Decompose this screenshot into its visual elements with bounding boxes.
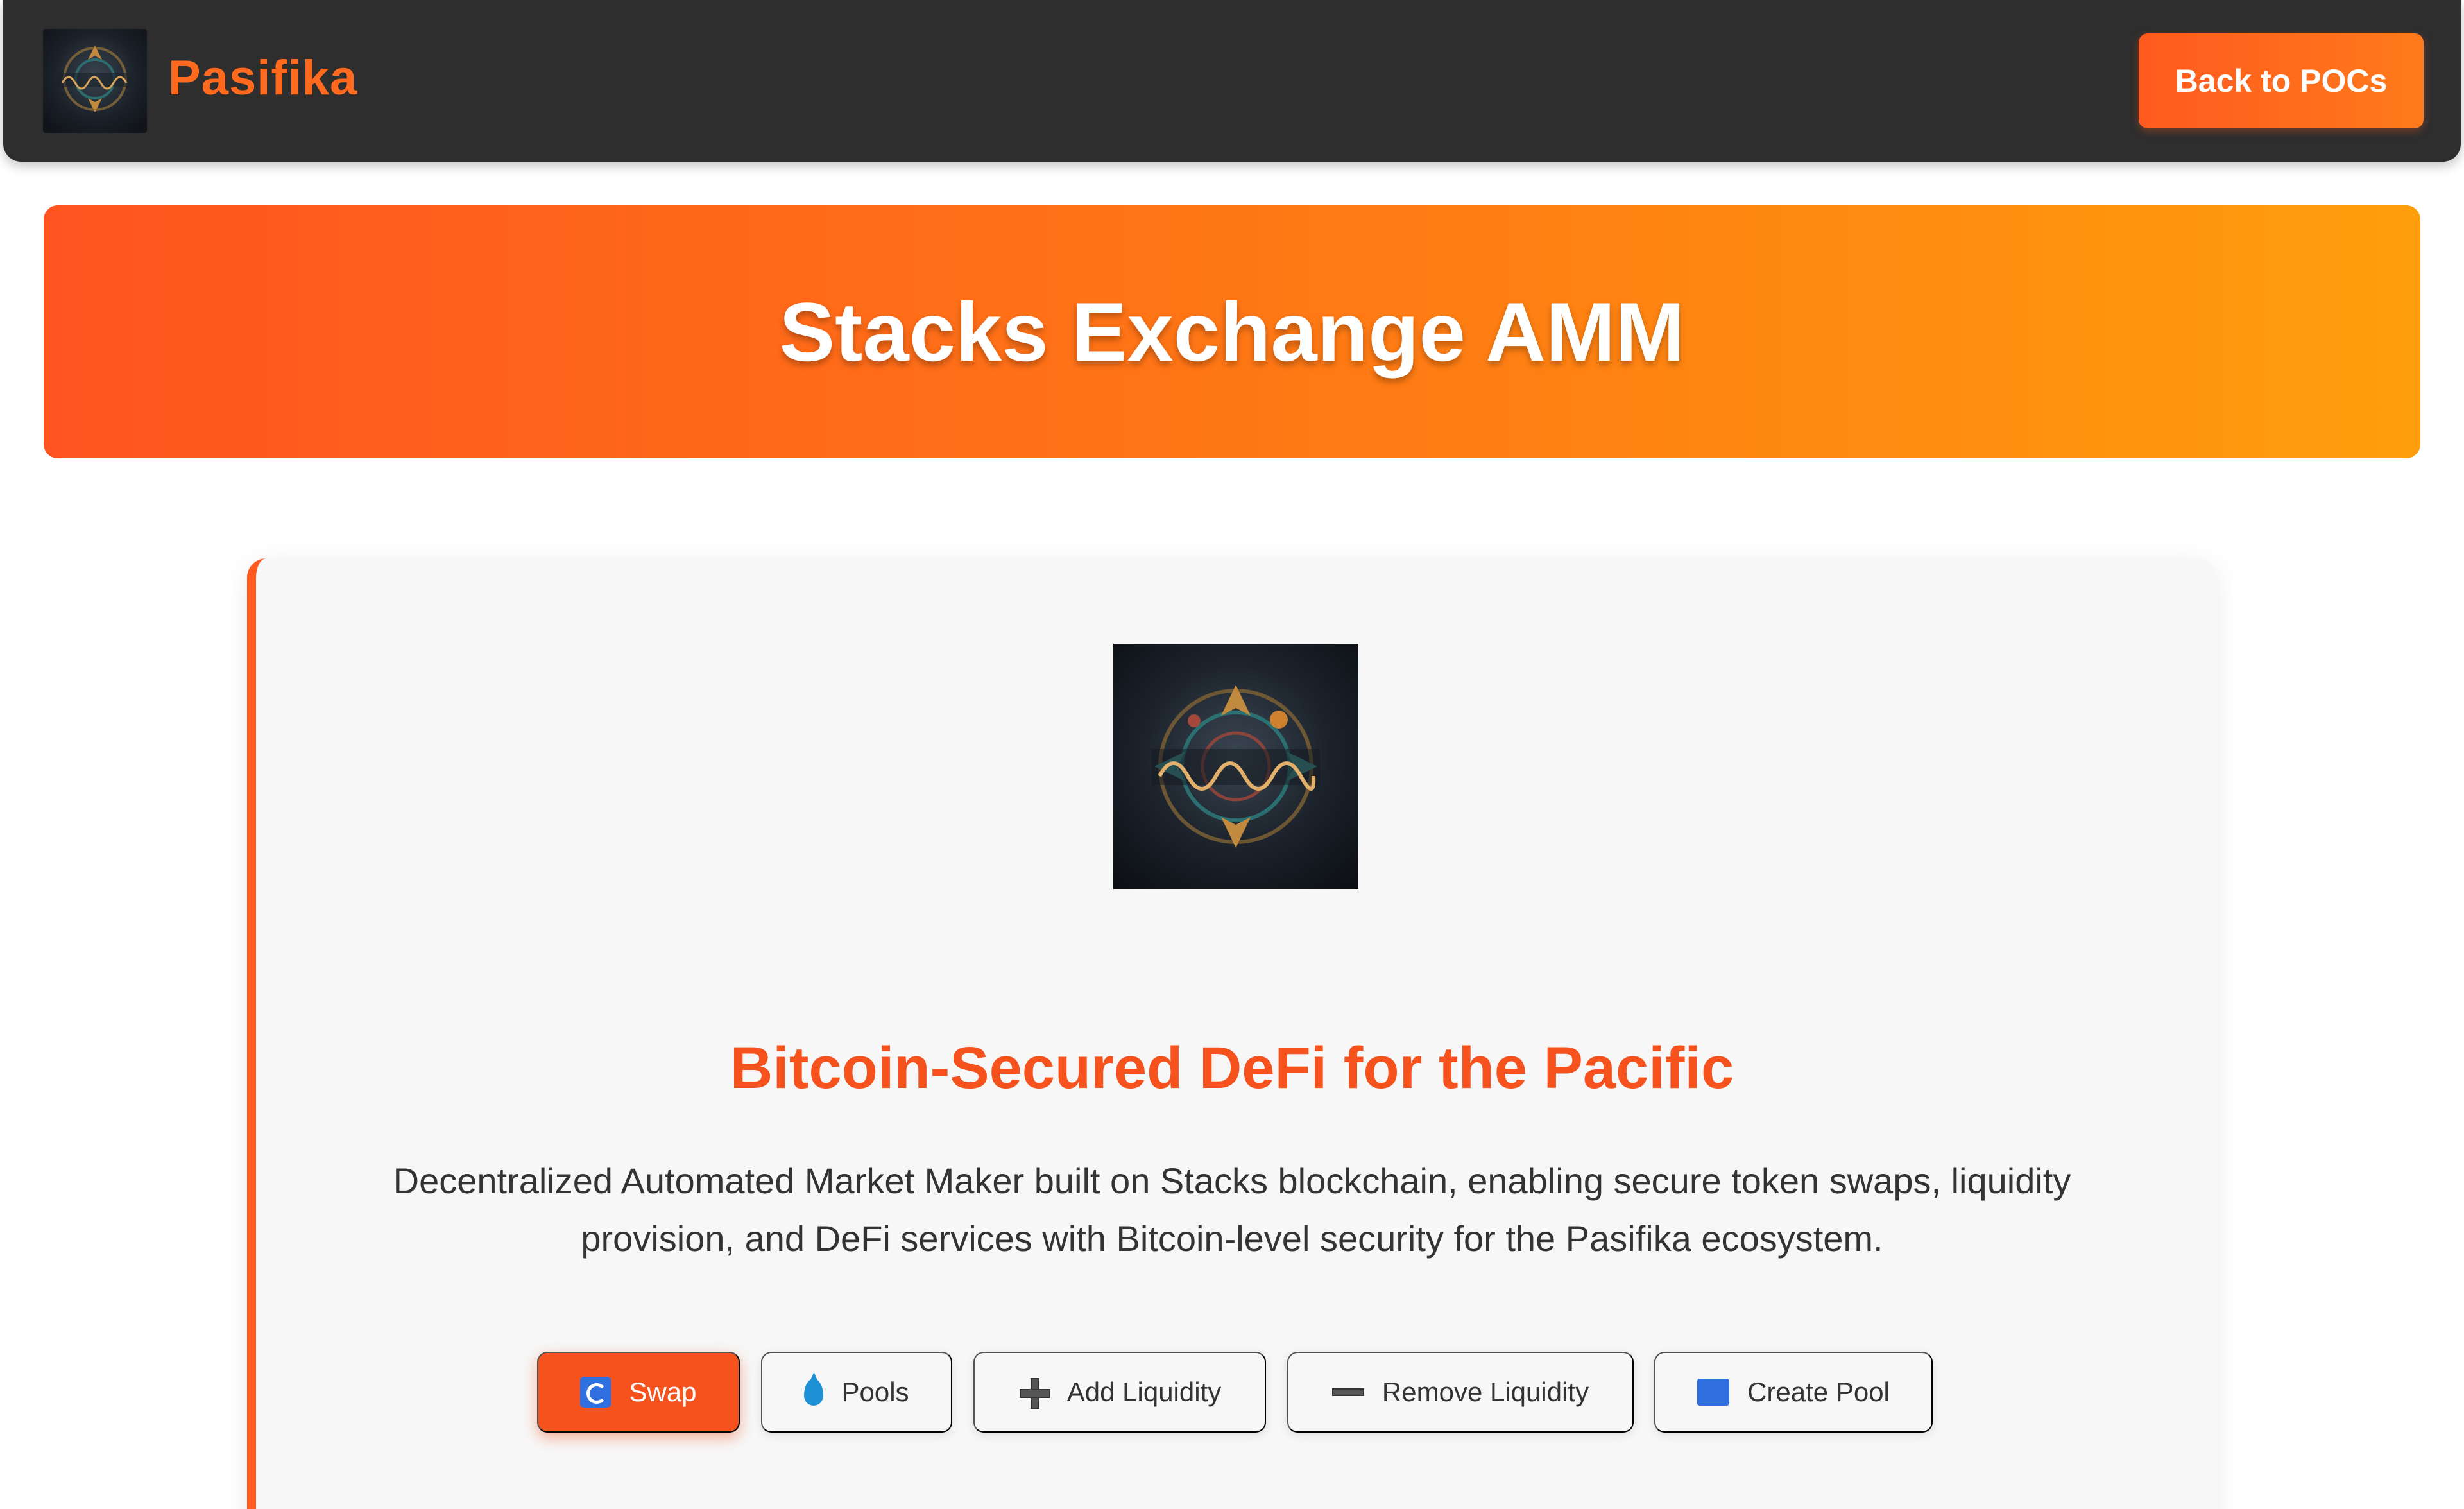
swap-icon [580,1377,612,1408]
tab-create-pool-label: Create Pool [1747,1377,1890,1407]
hero-banner: Stacks Exchange AMM [44,205,2420,458]
back-to-pocs-button[interactable]: Back to POCs [2139,33,2424,128]
tab-pools-label: Pools [841,1377,909,1407]
tab-remove-liquidity[interactable]: Remove Liquidity [1287,1352,1634,1433]
new-icon [1697,1379,1730,1406]
plus-icon [1018,1377,1050,1409]
page-title: Stacks Exchange AMM [779,285,1685,379]
minus-icon [1331,1388,1364,1396]
brand-name[interactable]: Pasifika [168,50,357,106]
card-description: Decentralized Automated Market Maker bui… [393,1160,2071,1259]
pasifika-emblem-image [1113,644,1358,889]
tab-remove-liquidity-label: Remove Liquidity [1382,1377,1589,1407]
tab-create-pool[interactable]: Create Pool [1654,1352,1933,1433]
tab-add-liquidity[interactable]: Add Liquidity [973,1352,1266,1433]
tab-swap[interactable]: Swap [537,1352,740,1433]
pasifika-logo-icon[interactable] [43,29,147,133]
droplet-icon [804,1379,824,1406]
tab-pools[interactable]: Pools [761,1352,952,1433]
card-title: Bitcoin-Secured DeFi for the Pacific [730,1035,1734,1101]
top-nav-bar: Pasifika Back to POCs [3,0,2461,162]
tab-add-liquidity-label: Add Liquidity [1066,1377,1222,1407]
tab-swap-label: Swap [629,1377,697,1407]
